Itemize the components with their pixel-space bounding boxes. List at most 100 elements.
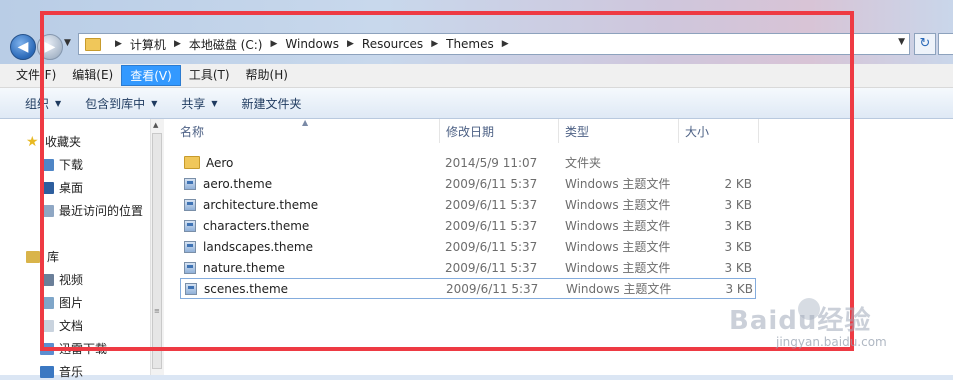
- column-header-date[interactable]: 修改日期: [440, 119, 559, 143]
- recent-pages-dropdown[interactable]: ▼: [64, 38, 71, 48]
- file-row[interactable]: characters.theme 2009/6/11 5:37 Windows …: [180, 215, 756, 236]
- nav-item-pictures[interactable]: 图片: [40, 294, 83, 311]
- nav-label: 下载: [59, 158, 84, 172]
- address-history-dropdown[interactable]: ▼: [898, 37, 905, 47]
- column-header-type[interactable]: 类型: [559, 119, 679, 143]
- file-type: 文件夹: [565, 156, 602, 170]
- watermark-logo: Baidu经验: [729, 306, 872, 336]
- theme-file-icon: [184, 240, 196, 253]
- column-header-name[interactable]: 名称: [174, 119, 440, 143]
- file-date: 2009/6/11 5:37: [445, 197, 538, 212]
- breadcrumb-local-disk[interactable]: 本地磁盘 (C:): [189, 36, 263, 53]
- file-name: characters.theme: [203, 218, 310, 233]
- nav-pane-scrollbar[interactable]: ▲ ≡: [150, 119, 164, 375]
- menu-help[interactable]: 帮助(H): [238, 65, 296, 86]
- folder-icon: [85, 37, 101, 51]
- menu-file[interactable]: 文件(F): [0, 65, 64, 86]
- organize-button[interactable]: 组织 ▼: [25, 95, 61, 112]
- include-in-library-button[interactable]: 包含到库中 ▼: [85, 95, 157, 112]
- file-name: nature.theme: [203, 260, 285, 275]
- back-button[interactable]: ◀: [10, 34, 36, 60]
- file-row[interactable]: architecture.theme 2009/6/11 5:37 Window…: [180, 194, 756, 215]
- file-row-selected[interactable]: scenes.theme 2009/6/11 5:37 Windows 主题文件…: [180, 278, 756, 299]
- file-name-cell: Aero: [184, 156, 233, 170]
- file-name-cell: characters.theme: [184, 219, 309, 233]
- file-type: Windows 主题文件: [565, 177, 671, 191]
- nav-item-documents[interactable]: 文档: [40, 317, 83, 334]
- nav-item-recent[interactable]: 最近访问的位置: [40, 202, 143, 219]
- file-row[interactable]: aero.theme 2009/6/11 5:37 Windows 主题文件 2…: [180, 173, 756, 194]
- breadcrumb-themes[interactable]: Themes: [446, 37, 494, 51]
- chevron-right-icon[interactable]: ▶: [502, 39, 509, 49]
- nav-item-favorites[interactable]: ★ 收藏夹: [26, 133, 81, 150]
- nav-item-videos[interactable]: 视频: [40, 271, 83, 288]
- file-row[interactable]: landscapes.theme 2009/6/11 5:37 Windows …: [180, 236, 756, 257]
- file-row[interactable]: nature.theme 2009/6/11 5:37 Windows 主题文件…: [180, 257, 756, 278]
- nav-label: 最近访问的位置: [59, 204, 144, 218]
- file-name-cell: landscapes.theme: [184, 240, 313, 254]
- menu-tools[interactable]: 工具(T): [181, 65, 238, 86]
- file-type: Windows 主题文件: [565, 261, 671, 275]
- chevron-right-icon[interactable]: ▶: [174, 39, 181, 49]
- share-label: 共享: [181, 96, 206, 111]
- file-row[interactable]: Aero 2014/5/9 11:07 文件夹: [180, 152, 756, 173]
- include-in-library-label: 包含到库中: [85, 96, 146, 111]
- column-name-label: 名称: [180, 124, 205, 139]
- file-date: 2009/6/11 5:37: [446, 281, 539, 296]
- breadcrumb-resources[interactable]: Resources: [362, 37, 423, 51]
- new-folder-label: 新建文件夹: [241, 96, 302, 111]
- address-bar[interactable]: ▶ 计算机 ▶ 本地磁盘 (C:) ▶ Windows ▶ Resources …: [78, 33, 910, 55]
- scrollbar-thumb[interactable]: [152, 133, 162, 369]
- file-name-cell: architecture.theme: [184, 198, 318, 212]
- share-button[interactable]: 共享 ▼: [181, 95, 217, 112]
- nav-item-downloads[interactable]: 下载: [40, 156, 83, 173]
- organize-label: 组织: [25, 96, 50, 111]
- nav-item-desktop[interactable]: 桌面: [40, 179, 83, 196]
- nav-item-thunder[interactable]: 迅雷下载: [40, 340, 107, 357]
- forward-button[interactable]: ▶: [37, 34, 63, 60]
- chevron-right-icon[interactable]: ▶: [115, 39, 122, 49]
- refresh-button[interactable]: ↻: [914, 33, 936, 55]
- search-input[interactable]: [938, 33, 953, 55]
- chevron-down-icon: ▼: [211, 98, 218, 108]
- chevron-down-icon: ▼: [151, 98, 158, 108]
- file-date: 2009/6/11 5:37: [445, 239, 538, 254]
- file-size: 3 KB: [724, 260, 752, 275]
- file-name-cell: aero.theme: [184, 177, 272, 191]
- folder-icon: [184, 156, 200, 169]
- breadcrumb-computer[interactable]: 计算机: [130, 36, 166, 53]
- nav-label: 音乐: [59, 365, 84, 379]
- file-date: 2014/5/9 11:07: [445, 155, 538, 170]
- nav-label: 文档: [59, 319, 84, 333]
- file-size: 3 KB: [724, 218, 752, 233]
- new-folder-button[interactable]: 新建文件夹: [242, 95, 302, 112]
- nav-item-music[interactable]: 音乐: [40, 363, 83, 380]
- refresh-icon: ↻: [919, 36, 931, 51]
- theme-file-icon: [185, 282, 197, 295]
- recent-places-icon: [40, 204, 54, 217]
- chevron-right-icon[interactable]: ▶: [270, 39, 277, 49]
- scroll-up-icon[interactable]: ▲: [153, 121, 158, 129]
- menu-edit[interactable]: 编辑(E): [64, 65, 121, 86]
- scroll-grip-icon: ≡: [154, 307, 160, 315]
- video-library-icon: [40, 273, 54, 286]
- nav-label: 库: [47, 250, 60, 264]
- arrow-right-icon: ▶: [44, 39, 56, 55]
- breadcrumb-windows[interactable]: Windows: [285, 37, 339, 51]
- file-name-cell: scenes.theme: [185, 282, 288, 296]
- nav-label: 桌面: [59, 181, 84, 195]
- chevron-right-icon[interactable]: ▶: [347, 39, 354, 49]
- file-date: 2009/6/11 5:37: [445, 260, 538, 275]
- column-type-label: 类型: [565, 124, 590, 139]
- document-library-icon: [40, 319, 54, 332]
- breadcrumb: ▶ 计算机 ▶ 本地磁盘 (C:) ▶ Windows ▶ Resources …: [107, 36, 517, 53]
- column-header-size[interactable]: 大小: [679, 119, 759, 143]
- nav-item-libraries[interactable]: 库: [26, 248, 59, 265]
- file-date: 2009/6/11 5:37: [445, 176, 538, 191]
- menu-view[interactable]: 查看(V): [121, 65, 181, 86]
- chevron-right-icon[interactable]: ▶: [431, 39, 438, 49]
- picture-library-icon: [40, 296, 54, 309]
- file-date: 2009/6/11 5:37: [445, 218, 538, 233]
- theme-file-icon: [184, 198, 196, 211]
- file-type: Windows 主题文件: [565, 219, 671, 233]
